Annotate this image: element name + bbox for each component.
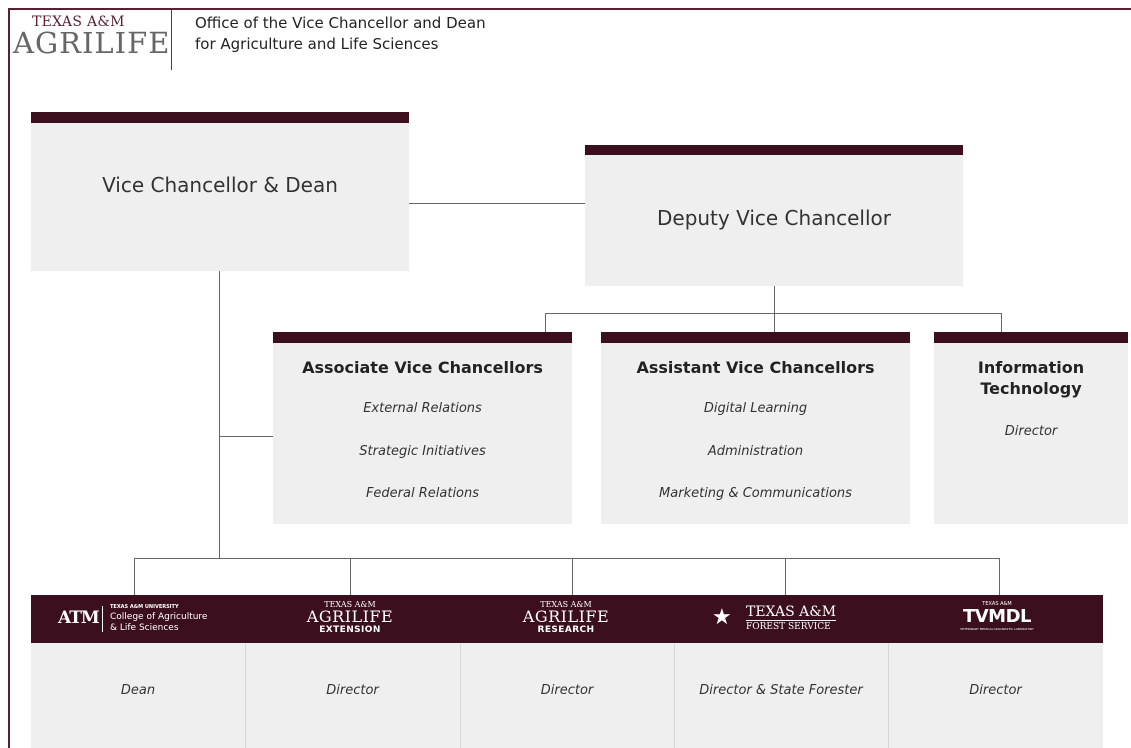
associate-item: Federal Relations	[365, 486, 480, 501]
connector-to-it	[1001, 313, 1002, 332]
connector-unit-5	[999, 558, 1000, 595]
assistant-item: Marketing & Communications	[659, 486, 852, 501]
extension-logo-main: AGRILIFE	[306, 607, 394, 626]
college-logo-line1: College of Agriculture	[110, 612, 208, 622]
vice-chancellor-box	[31, 123, 409, 271]
college-agriculture-logo: ATM TEXAS A&M UNIVERSITY College of Agri…	[58, 604, 218, 634]
unit-role-forest: Director & State Forester	[699, 683, 863, 698]
associate-title: Associate Vice Chancellors	[302, 358, 543, 377]
atm-mark-icon: ATM	[58, 608, 100, 628]
connector-unit-2	[350, 558, 351, 595]
agrilife-extension-logo: TEXAS A&M AGRILIFE EXTENSION	[300, 601, 400, 636]
connector-unit-1	[134, 558, 135, 595]
it-title: Information Technology	[977, 358, 1085, 398]
connector-to-associate	[545, 313, 546, 332]
vice-chancellor-label: Vice Chancellor & Dean	[102, 173, 338, 197]
tvmdl-logo-main: TVMDL	[962, 606, 1032, 627]
logo-agrilife: AGRILIFE	[13, 26, 171, 60]
header-title: Office of the Vice Chancellor and Dean f…	[195, 13, 486, 55]
associate-item: Strategic Initiatives	[359, 444, 486, 459]
connector-vc-down	[219, 271, 220, 558]
assistant-item: Digital Learning	[703, 401, 808, 416]
connector-unit-3	[572, 558, 573, 595]
associate-item: External Relations	[363, 401, 482, 416]
college-logo-small: TEXAS A&M UNIVERSITY	[110, 604, 179, 610]
college-logo-line2: & Life Sciences	[110, 623, 179, 633]
research-logo-main: AGRILIFE	[522, 607, 610, 626]
assistant-bar	[601, 332, 910, 343]
agrilife-logo: TEXAS A&M AGRILIFE	[13, 14, 169, 64]
header-title-line2: for Agriculture and Life Sciences	[195, 35, 439, 53]
connector-units-horizontal	[134, 558, 1000, 559]
it-item: Director	[1004, 424, 1058, 439]
vice-chancellor-bar	[31, 112, 409, 123]
star-icon: ★	[712, 605, 732, 630]
tvmdl-logo: TEXAS A&M TVMDL VETERINARY MEDICAL DIAGN…	[942, 601, 1052, 631]
unit-role-extension: Director	[326, 683, 379, 698]
deputy-label: Deputy Vice Chancellor	[656, 206, 891, 230]
connector-deputy-horizontal	[545, 313, 1002, 314]
assistant-title: Assistant Vice Chancellors	[636, 358, 875, 377]
tvmdl-logo-sub: VETERINARY MEDICAL DIAGNOSTIC LABORATORY	[960, 627, 1034, 631]
college-logo-divider	[102, 606, 103, 632]
connector-unit-4	[785, 558, 786, 595]
connector-vc-deputy	[409, 203, 585, 204]
forest-logo-sub: FOREST SERVICE	[746, 622, 831, 632]
it-bar	[934, 332, 1128, 343]
frame-top-border	[8, 8, 1131, 10]
forest-service-logo: ★ TEXAS A&M FOREST SERVICE	[712, 604, 842, 634]
unit-role-college: Dean	[120, 683, 156, 698]
assistant-item: Administration	[707, 444, 804, 459]
extension-logo-sub: EXTENSION	[319, 625, 381, 635]
research-logo-sub: RESEARCH	[537, 625, 595, 635]
connector-vc-to-associate	[219, 436, 273, 437]
header-title-line1: Office of the Vice Chancellor and Dean	[195, 14, 486, 32]
unit-role-tvmdl: Director	[969, 683, 1022, 698]
connector-deputy-down	[774, 286, 775, 332]
deputy-bar	[585, 145, 963, 155]
associate-bar	[273, 332, 572, 343]
header-divider	[171, 10, 172, 70]
frame-left-border	[8, 8, 10, 748]
unit-role-research: Director	[540, 683, 594, 698]
forest-logo-main: TEXAS A&M	[746, 604, 837, 621]
agrilife-research-logo: TEXAS A&M AGRILIFE RESEARCH	[516, 601, 616, 636]
